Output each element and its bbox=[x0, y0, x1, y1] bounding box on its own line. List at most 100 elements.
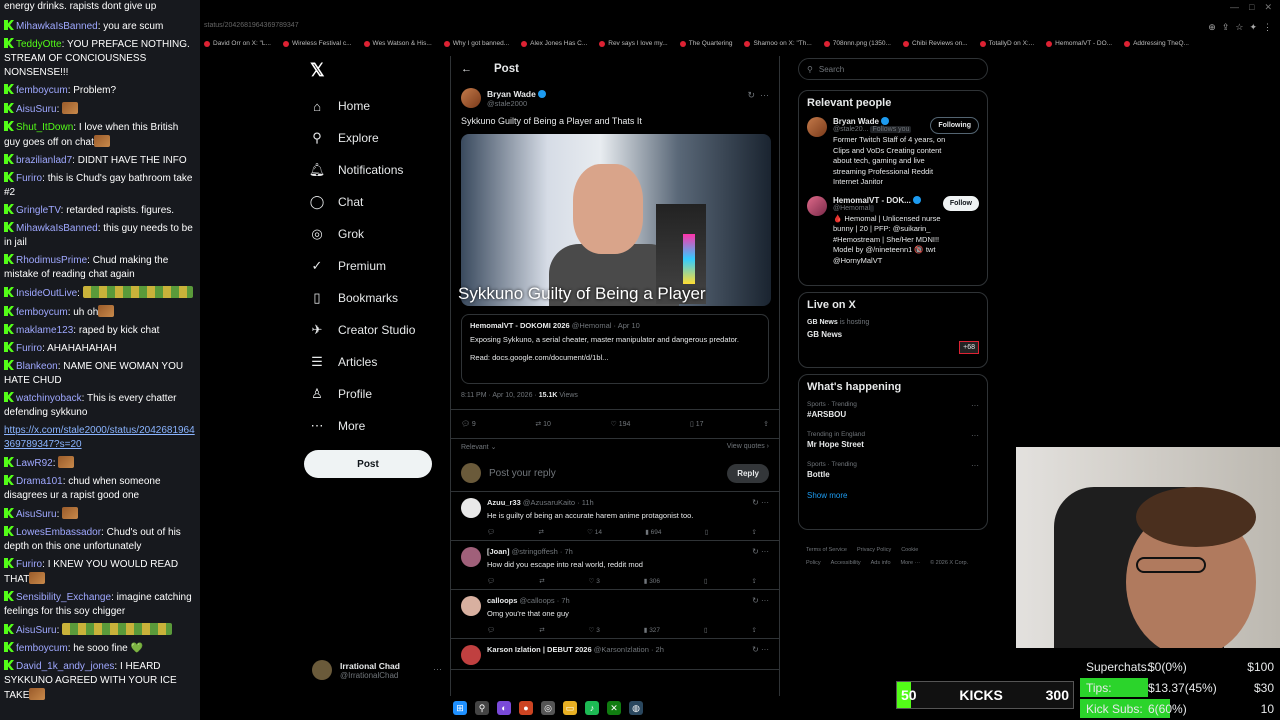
xbox-icon[interactable]: ✕ bbox=[607, 701, 621, 715]
person-name-row[interactable]: HemomalVT - DOK... bbox=[833, 195, 951, 205]
spotify-icon[interactable]: ♪ bbox=[585, 701, 599, 715]
bookmark-icon[interactable]: ▯ bbox=[704, 577, 708, 585]
nav-item-premium[interactable]: ✓ Premium bbox=[306, 250, 446, 282]
bookmark-item[interactable]: Rev says I love my... bbox=[599, 40, 668, 47]
menu-icon[interactable]: ⋮ bbox=[1263, 22, 1272, 33]
more-icon[interactable]: ··· bbox=[761, 498, 769, 507]
more-icon[interactable]: ··· bbox=[761, 645, 769, 654]
chat-username[interactable]: MihawkaIsBanned bbox=[16, 223, 98, 234]
repost-icon[interactable]: ⇄ bbox=[538, 528, 543, 536]
reply-icon[interactable]: 💬︎ bbox=[487, 577, 495, 585]
nav-item-notifications[interactable]: 🔔︎ Notifications bbox=[306, 154, 446, 186]
chat-username[interactable]: LowesEmbassador bbox=[16, 527, 101, 538]
bookmark-item[interactable]: Alex Jones Has C... bbox=[521, 40, 587, 47]
author-handle[interactable]: @stale2000 bbox=[487, 99, 546, 108]
chat-username[interactable]: InsideOutLive bbox=[16, 288, 77, 299]
reply-author[interactable]: [Joan] bbox=[487, 547, 510, 556]
avatar[interactable] bbox=[461, 498, 481, 518]
video-player[interactable] bbox=[461, 134, 771, 306]
bookmark-item[interactable]: The Quartering bbox=[679, 40, 732, 47]
author-name-row[interactable]: Bryan Wade bbox=[487, 89, 546, 99]
steam-icon[interactable]: ◍ bbox=[629, 701, 643, 715]
like-action[interactable]: ♡ 194 bbox=[610, 420, 630, 428]
grok-icon[interactable]: ↻ bbox=[752, 498, 759, 507]
search-icon[interactable]: ⚲ bbox=[475, 701, 489, 715]
more-icon[interactable]: ··· bbox=[971, 431, 979, 440]
footer-link[interactable]: Privacy Policy bbox=[857, 547, 891, 553]
chat-username[interactable]: maklame123 bbox=[16, 325, 73, 336]
chat-username[interactable]: watchinyoback bbox=[16, 393, 82, 404]
chat-username[interactable]: brazilianlad7 bbox=[16, 155, 72, 166]
quoted-post[interactable]: HemomalVT - DOKOMI 2026 @Hemomal · Apr 1… bbox=[461, 314, 769, 384]
share-icon[interactable]: ⇪ bbox=[1222, 22, 1230, 33]
nav-item-bookmarks[interactable]: ▯ Bookmarks bbox=[306, 282, 446, 314]
footer-link[interactable]: More ··· bbox=[901, 560, 921, 566]
quote-link[interactable]: Read: docs.google.com/document/d/1bl... bbox=[470, 353, 760, 362]
like-action[interactable]: ♡ 3 bbox=[589, 626, 600, 634]
chat-username[interactable]: AisuSuru bbox=[16, 104, 57, 115]
bookmark-action[interactable]: ▯ 17 bbox=[690, 420, 704, 428]
chat-username[interactable]: AisuSuru bbox=[16, 509, 57, 520]
more-icon[interactable]: ··· bbox=[433, 664, 442, 674]
bookmark-item[interactable]: 708nnn.png (1350... bbox=[823, 40, 891, 47]
chat-username[interactable]: AisuSuru bbox=[16, 625, 57, 636]
reply-icon[interactable]: 💬︎ bbox=[487, 626, 495, 634]
search-input[interactable]: ⚲ Search bbox=[798, 58, 988, 80]
chat-username[interactable]: Furiro bbox=[16, 173, 42, 184]
footer-link[interactable]: © 2026 X Corp. bbox=[930, 560, 968, 566]
nav-item-chat[interactable]: ◯ Chat bbox=[306, 186, 446, 218]
chat-username[interactable]: Drama101 bbox=[16, 476, 63, 487]
address-bar[interactable]: status/2042681964369789347 bbox=[204, 22, 299, 29]
chat-username[interactable]: GringleTV bbox=[16, 205, 61, 216]
bookmark-icon[interactable]: ▯ bbox=[705, 528, 709, 536]
reply-item[interactable]: Azuu_r33 @AzusaruKaito · 11h He is guilty… bbox=[451, 492, 779, 541]
bookmark-item[interactable]: HemomalVT - DO... bbox=[1046, 40, 1112, 47]
bookmark-icon[interactable]: ☆ bbox=[1235, 22, 1243, 33]
share-icon[interactable]: ⇪ bbox=[752, 528, 757, 536]
post-time[interactable]: 8:11 PM · Apr 10, 2026 bbox=[461, 392, 532, 399]
zoom-icon[interactable]: ⊕ bbox=[1208, 22, 1216, 33]
reply-input[interactable]: Post your reply bbox=[489, 468, 727, 479]
views-action[interactable]: ▮ 327 bbox=[644, 626, 660, 634]
discord-icon[interactable]: ◐ bbox=[497, 701, 511, 715]
footer-link[interactable]: Ads info bbox=[871, 560, 891, 566]
back-arrow-icon[interactable]: ← bbox=[461, 63, 472, 75]
bookmark-item[interactable]: Addressing TheQ... bbox=[1124, 40, 1189, 47]
bookmark-icon[interactable]: ▯ bbox=[704, 626, 708, 634]
reply-author[interactable]: Azuu_r33 bbox=[487, 498, 521, 507]
show-more-link[interactable]: Show more bbox=[807, 491, 979, 500]
trend-item[interactable]: Sports · Trending Bottle ··· bbox=[807, 461, 979, 479]
trend-item[interactable]: Trending in England Mr Hope Street ··· bbox=[807, 431, 979, 449]
avatar[interactable] bbox=[461, 645, 481, 665]
grok-icon[interactable]: ↻ bbox=[752, 645, 759, 654]
nav-item-creator-studio[interactable]: ✈ Creator Studio bbox=[306, 314, 446, 346]
x-logo[interactable]: 𝕏 bbox=[310, 60, 325, 81]
folder-icon[interactable]: ▭ bbox=[563, 701, 577, 715]
follow-button[interactable]: Following bbox=[930, 117, 979, 134]
chat-username[interactable]: Shut_ItDown bbox=[16, 122, 73, 133]
author-name[interactable]: Bryan Wade bbox=[487, 89, 536, 99]
repost-icon[interactable]: ⇄ bbox=[539, 577, 544, 585]
chat-username[interactable]: David_1k_andy_jones bbox=[16, 661, 114, 672]
chat-username[interactable]: RhodimusPrime bbox=[16, 255, 87, 266]
chat-username[interactable]: TeddyOtte bbox=[16, 39, 62, 50]
more-icon[interactable]: ··· bbox=[761, 547, 769, 556]
repost-icon[interactable]: ⇄ bbox=[539, 626, 544, 634]
reply-item[interactable]: [Joan] @stringoffesh · 7h How did you esc… bbox=[451, 541, 779, 590]
minimize-icon[interactable]: — bbox=[1230, 2, 1239, 13]
windows-start-icon[interactable]: ⊞ bbox=[453, 701, 467, 715]
like-action[interactable]: ♡ 3 bbox=[589, 577, 600, 585]
live-host-row[interactable]: GB News is hosting bbox=[807, 319, 979, 326]
chat-username[interactable]: femboycum bbox=[16, 85, 68, 96]
chat-username[interactable]: Furiro bbox=[16, 343, 42, 354]
reply-icon[interactable]: 💬︎ bbox=[487, 528, 495, 536]
more-icon[interactable]: ··· bbox=[761, 596, 769, 605]
chat-username[interactable]: LawR92 bbox=[16, 458, 53, 469]
repost-action[interactable]: ⇄ 10 bbox=[535, 420, 551, 428]
relevance-dropdown[interactable]: Relevant ⌄ bbox=[461, 443, 496, 451]
footer-link[interactable]: Accessibility bbox=[831, 560, 861, 566]
more-icon[interactable]: ··· bbox=[971, 461, 979, 470]
nav-item-profile[interactable]: ♙ Profile bbox=[306, 378, 446, 410]
reply-item[interactable]: calloops @calloops · 7h Omg you're that o… bbox=[451, 590, 779, 639]
avatar[interactable] bbox=[461, 547, 481, 567]
